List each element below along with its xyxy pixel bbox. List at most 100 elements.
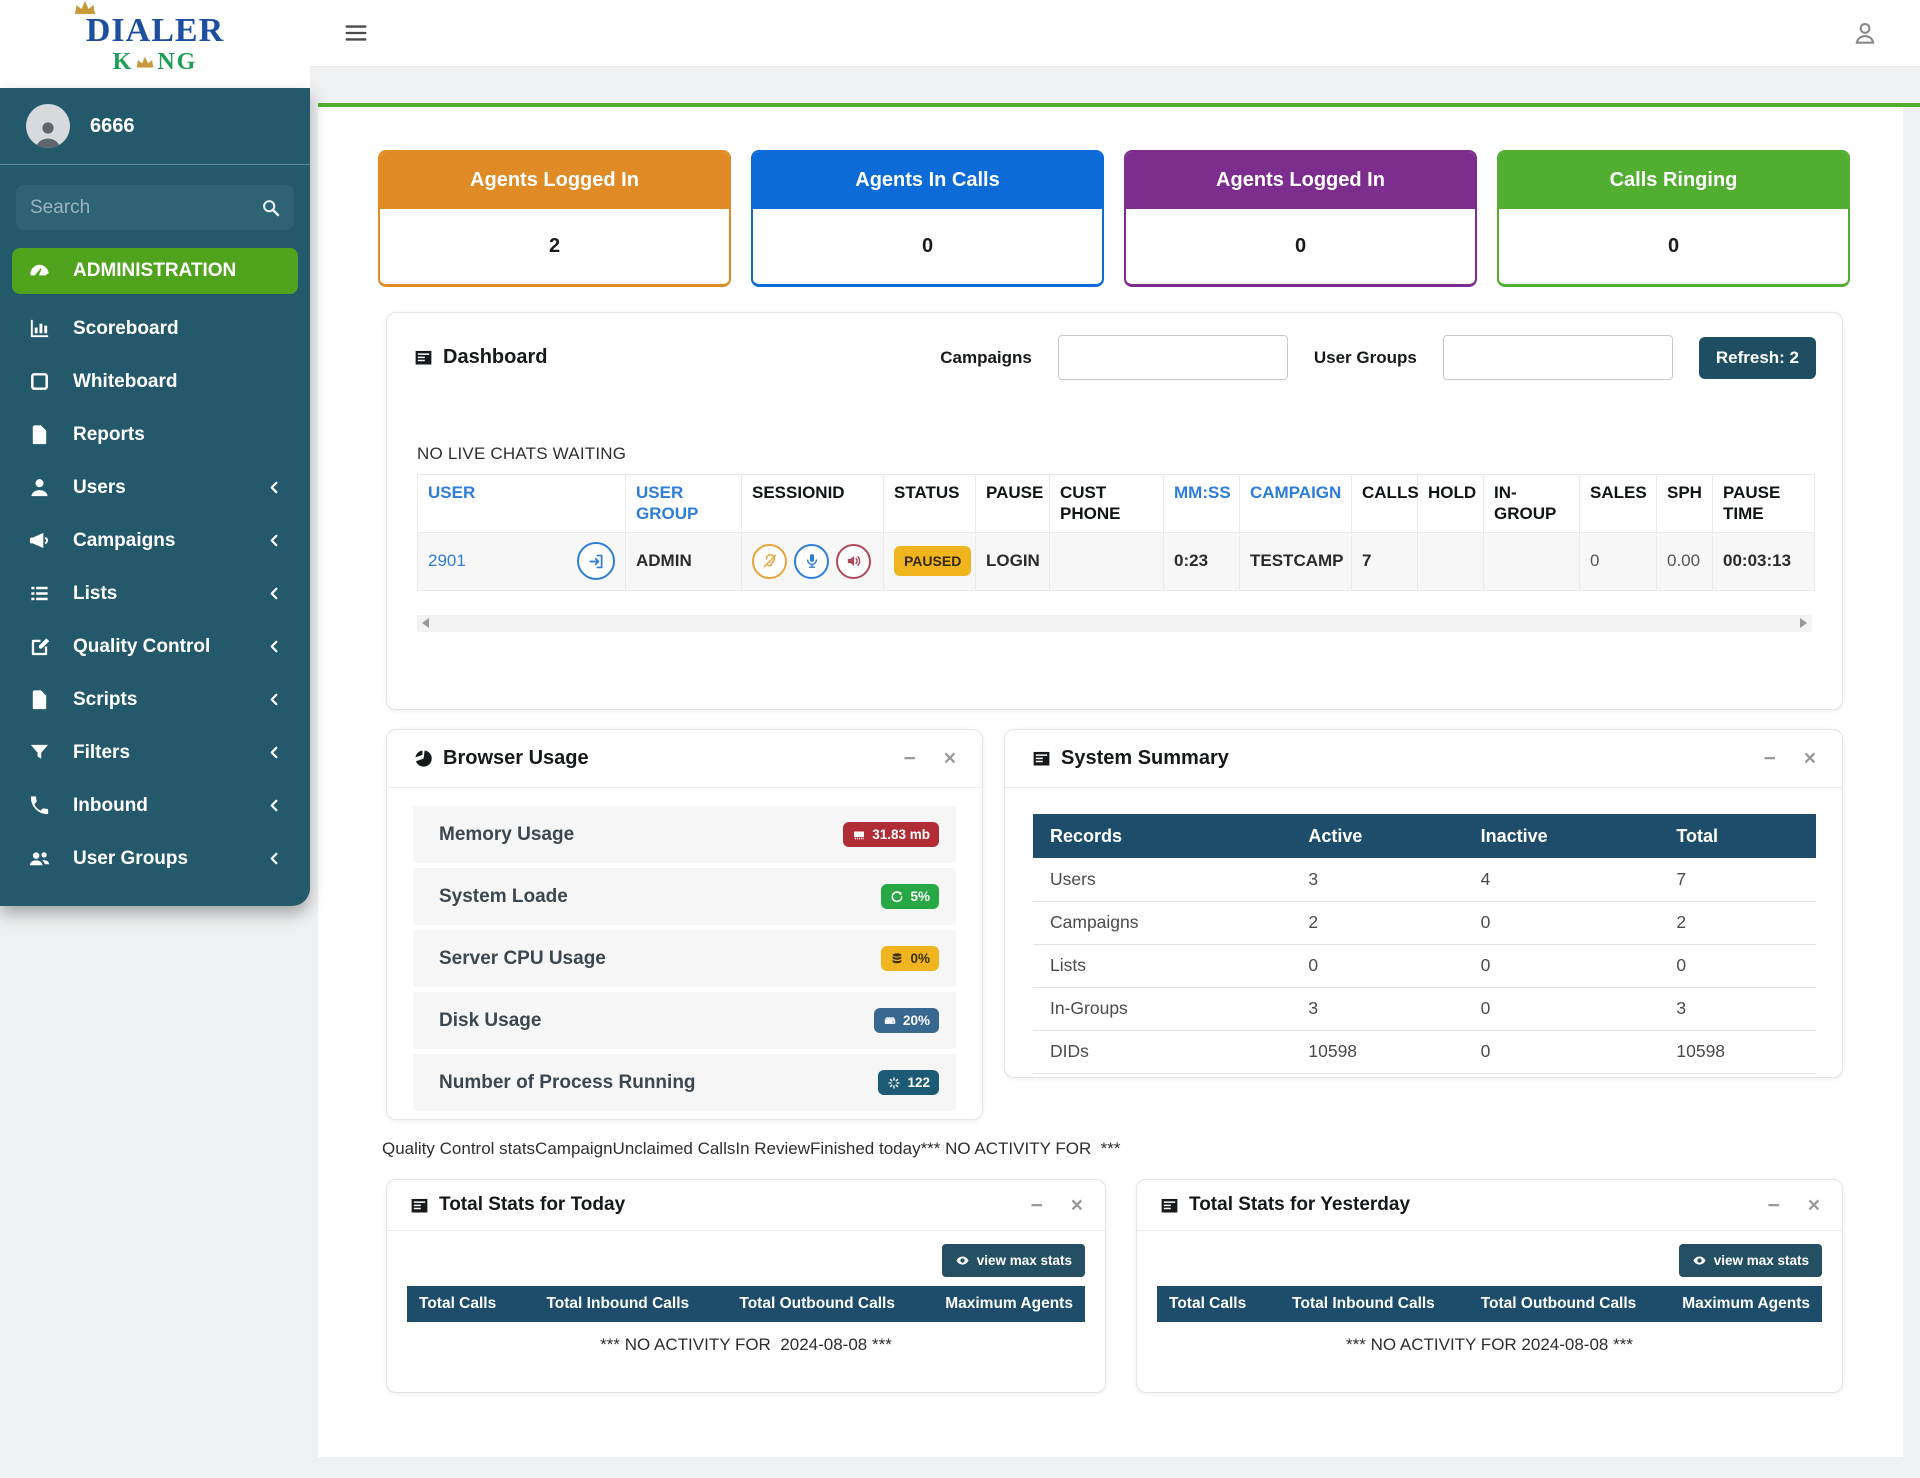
chevron-left-icon bbox=[267, 533, 282, 548]
spinner-icon bbox=[887, 1076, 901, 1090]
minimize-icon[interactable]: − bbox=[903, 748, 915, 769]
browser-usage-rows: Memory Usage 31.83 mb System Loade 5% Se… bbox=[387, 788, 982, 1129]
stats-yesterday-header: Total Stats for Yesterday − × bbox=[1137, 1180, 1842, 1231]
table-row-lists: Lists 0 0 0 bbox=[1033, 944, 1816, 987]
col-cust-phone: CUST PHONE bbox=[1050, 475, 1164, 533]
no-activity-text: *** NO ACTIVITY FOR 2024-08-08 *** bbox=[1157, 1335, 1822, 1355]
total-stats-yesterday-panel: Total Stats for Yesterday − × view max s… bbox=[1136, 1179, 1843, 1393]
logo-word-dialer: DIALER bbox=[86, 14, 224, 48]
sidebar-item-quality-control[interactable]: Quality Control bbox=[12, 620, 298, 673]
stat-card-agents-logged-in-2: Agents Logged In 0 bbox=[1124, 150, 1477, 287]
table-row-dids: DIDs 10598 0 10598 bbox=[1033, 1030, 1816, 1073]
sidebar-item-label: Campaigns bbox=[73, 530, 175, 552]
dialerking-logo: DIALER KNG bbox=[86, 14, 224, 74]
sidebar-item-inbound[interactable]: Inbound bbox=[12, 779, 298, 832]
chevron-left-icon bbox=[267, 745, 282, 760]
account-icon[interactable] bbox=[1850, 18, 1880, 48]
sidebar: 6666 ADMINISTRATION Scoreboard Whiteboar… bbox=[0, 88, 310, 906]
col-user[interactable]: USER bbox=[418, 475, 626, 533]
sidebar-item-campaigns[interactable]: Campaigns bbox=[12, 514, 298, 567]
volume-icon[interactable] bbox=[836, 544, 871, 579]
pie-icon bbox=[413, 748, 434, 769]
users-icon bbox=[28, 847, 51, 870]
no-live-chats-text: NO LIVE CHATS WAITING bbox=[417, 444, 1842, 464]
scroll-right-icon[interactable] bbox=[1800, 618, 1807, 628]
minimize-icon[interactable]: − bbox=[1030, 1195, 1042, 1216]
col-user-group[interactable]: USER GROUP bbox=[626, 475, 742, 533]
sidebar-item-label: Inbound bbox=[73, 795, 148, 817]
view-max-stats-button[interactable]: view max stats bbox=[1679, 1244, 1822, 1277]
user-groups-input[interactable] bbox=[1443, 335, 1673, 380]
stat-card-title: Agents In Calls bbox=[753, 152, 1102, 209]
close-icon[interactable]: × bbox=[1804, 748, 1816, 769]
sidebar-item-scripts[interactable]: Scripts bbox=[12, 673, 298, 726]
col-sph: SPH bbox=[1657, 475, 1713, 533]
quality-control-stats-line: Quality Control statsCampaignUnclaimed C… bbox=[382, 1139, 1121, 1159]
col-pause-time: PAUSE TIME bbox=[1713, 475, 1815, 533]
sidebar-item-lists[interactable]: Lists bbox=[12, 567, 298, 620]
refresh-icon bbox=[890, 890, 904, 904]
search-input[interactable] bbox=[16, 185, 294, 230]
sidebar-item-whiteboard[interactable]: Whiteboard bbox=[12, 355, 298, 408]
stats-today-title: Total Stats for Today bbox=[409, 1194, 625, 1216]
dashboard-title: Dashboard bbox=[413, 346, 547, 369]
system-summary-header: System Summary − × bbox=[1005, 730, 1842, 788]
main-content: Agents Logged In 2 Agents In Calls 0 Age… bbox=[318, 107, 1903, 1457]
profile: 6666 bbox=[0, 88, 310, 162]
cpu-badge: 0% bbox=[881, 946, 939, 971]
mmss-cell: 0:23 bbox=[1164, 532, 1240, 590]
col-mmss[interactable]: MM:SS bbox=[1164, 475, 1240, 533]
horizontal-scrollbar[interactable] bbox=[417, 615, 1812, 632]
col-pause: PAUSE bbox=[976, 475, 1050, 533]
sidebar-item-user-groups[interactable]: User Groups bbox=[12, 832, 298, 885]
col-campaign[interactable]: CAMPAIGN bbox=[1240, 475, 1352, 533]
sidebar-item-label: Whiteboard bbox=[73, 371, 178, 393]
minimize-icon[interactable]: − bbox=[1767, 1195, 1779, 1216]
sidebar-item-scoreboard[interactable]: Scoreboard bbox=[12, 302, 298, 355]
list-item-system-load: System Loade 5% bbox=[413, 868, 956, 925]
stat-card-title: Agents Logged In bbox=[380, 152, 729, 209]
sidebar-item-administration[interactable]: ADMINISTRATION bbox=[12, 248, 298, 294]
cust-phone-cell bbox=[1050, 532, 1164, 590]
sidebar-search bbox=[16, 185, 294, 230]
sidebar-item-users[interactable]: Users bbox=[12, 461, 298, 514]
stats-yesterday-body: view max stats Total Calls Total Inbound… bbox=[1137, 1244, 1842, 1355]
col-in-group: IN-GROUP bbox=[1484, 475, 1580, 533]
agent-row: 2901 ADMIN PAUSED LOGIN bbox=[418, 532, 1815, 590]
sidebar-item-filters[interactable]: Filters bbox=[12, 726, 298, 779]
hamburger-icon[interactable] bbox=[342, 19, 370, 47]
view-max-stats-button[interactable]: view max stats bbox=[942, 1244, 1085, 1277]
refresh-button[interactable]: Refresh: 2 bbox=[1699, 337, 1816, 379]
col-hold: HOLD bbox=[1418, 475, 1484, 533]
accent-divider bbox=[318, 103, 1920, 107]
stat-cards-row: Agents Logged In 2 Agents In Calls 0 Age… bbox=[378, 150, 1850, 287]
campaigns-input[interactable] bbox=[1058, 335, 1288, 380]
search-icon[interactable] bbox=[260, 197, 281, 218]
bullhorn-icon bbox=[28, 529, 51, 552]
topbar bbox=[310, 0, 1920, 67]
scroll-left-icon[interactable] bbox=[422, 618, 429, 628]
funnel-icon bbox=[28, 741, 51, 764]
logout-icon[interactable] bbox=[577, 542, 615, 580]
deaf-icon[interactable] bbox=[752, 544, 787, 579]
close-icon[interactable]: × bbox=[1808, 1195, 1820, 1216]
campaigns-label: Campaigns bbox=[940, 348, 1032, 368]
microphone-icon[interactable] bbox=[794, 544, 829, 579]
calls-cell: 7 bbox=[1352, 532, 1418, 590]
user-link[interactable]: 2901 bbox=[428, 551, 466, 571]
user-cell: 2901 bbox=[418, 532, 626, 590]
col-sessionid: SESSIONID bbox=[742, 475, 884, 533]
close-icon[interactable]: × bbox=[1071, 1195, 1083, 1216]
user-icon bbox=[28, 476, 51, 499]
bar-chart-icon bbox=[28, 317, 51, 340]
pause-cell: LOGIN bbox=[976, 532, 1050, 590]
in-group-cell bbox=[1484, 532, 1580, 590]
stats-columns-header: Total Calls Total Inbound Calls Total Ou… bbox=[407, 1286, 1085, 1322]
eye-icon bbox=[1692, 1253, 1707, 1268]
sidebar-item-reports[interactable]: Reports bbox=[12, 408, 298, 461]
minimize-icon[interactable]: − bbox=[1763, 748, 1775, 769]
close-icon[interactable]: × bbox=[944, 748, 956, 769]
stat-card-agents-in-calls: Agents In Calls 0 bbox=[751, 150, 1104, 287]
panel-icon bbox=[413, 347, 434, 368]
process-badge: 122 bbox=[878, 1070, 939, 1095]
